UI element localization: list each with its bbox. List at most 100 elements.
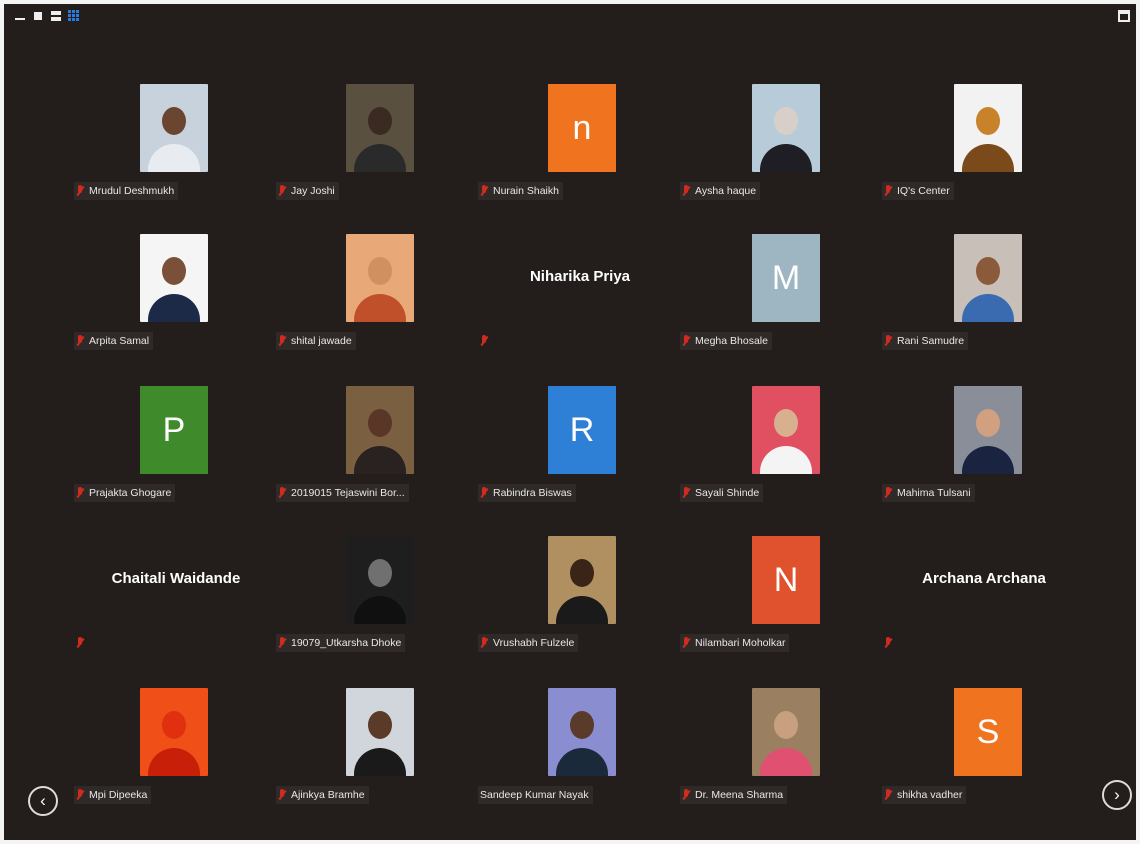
- muted-mic-icon: [480, 486, 489, 500]
- participant-name-tag: Sayali Shinde: [680, 484, 764, 502]
- participant-name: 2019015 Tejaswini Bor...: [291, 487, 405, 499]
- gallery-view-icon[interactable]: [68, 10, 80, 22]
- participant-name-tag: Aysha haque: [680, 182, 761, 200]
- participant-name: Arpita Samal: [89, 335, 150, 347]
- participant-name: Mrudul Deshmukh: [89, 185, 175, 197]
- participant-name-tag: Mpi Dipeeka: [74, 786, 152, 804]
- muted-mic-icon: [682, 184, 691, 198]
- participant-tile[interactable]: Dr. Meena Sharma: [680, 688, 884, 838]
- participant-tile[interactable]: Niharika Priya: [478, 234, 682, 384]
- participant-tile[interactable]: n Nurain Shaikh: [478, 84, 682, 234]
- avatar-photo: [140, 84, 208, 172]
- participant-display-name: Niharika Priya: [529, 268, 631, 285]
- participant-tile[interactable]: shital jawade: [276, 234, 480, 384]
- participant-name-tag: [882, 634, 897, 652]
- avatar-photo: [346, 536, 414, 624]
- participant-name: IQ's Center: [897, 185, 950, 197]
- participant-tile[interactable]: N Nilambari Moholkar: [680, 536, 884, 686]
- participant-tile[interactable]: Vrushabh Fulzele: [478, 536, 682, 686]
- participant-name-tag: Nilambari Moholkar: [680, 634, 790, 652]
- participant-tile[interactable]: Ajinkya Bramhe: [276, 688, 480, 838]
- participant-tile[interactable]: Sayali Shinde: [680, 386, 884, 536]
- participant-name: Mahima Tulsani: [897, 487, 971, 499]
- muted-mic-icon: [278, 788, 287, 802]
- participant-name-tag: shital jawade: [276, 332, 356, 350]
- participant-tile[interactable]: M Megha Bhosale: [680, 234, 884, 384]
- avatar-photo: [140, 234, 208, 322]
- avatar-letter: R: [569, 410, 595, 449]
- participant-name-tag: Ajinkya Bramhe: [276, 786, 369, 804]
- participant-tile[interactable]: Sshikha vadher: [882, 688, 1086, 838]
- muted-mic-icon: [278, 636, 287, 650]
- muted-mic-icon: [76, 184, 85, 198]
- participant-name: Rani Samudre: [897, 335, 965, 347]
- muted-mic-icon: [76, 636, 85, 650]
- avatar-photo: [140, 688, 208, 776]
- speaker-view-icon[interactable]: [32, 10, 44, 22]
- next-page-button[interactable]: ›: [1102, 780, 1132, 810]
- participant-tile[interactable]: Chaitali Waidande: [74, 536, 278, 686]
- avatar-photo: [548, 536, 616, 624]
- photo-figure-head: [368, 558, 392, 587]
- participant-tile[interactable]: Rani Samudre: [882, 234, 1086, 384]
- participant-display-name: Archana Archana: [922, 570, 1046, 587]
- photo-figure-head: [774, 408, 798, 437]
- muted-mic-icon: [480, 184, 489, 198]
- participant-tile[interactable]: 19079_Utkarsha Dhoke: [276, 536, 480, 686]
- photo-figure-head: [368, 408, 392, 437]
- participant-name-tag: Jay Joshi: [276, 182, 339, 200]
- avatar-photo: [548, 688, 616, 776]
- participant-tile[interactable]: Mahima Tulsani: [882, 386, 1086, 536]
- avatar-letter: N: [773, 560, 799, 599]
- previous-page-button[interactable]: ‹: [28, 786, 58, 816]
- participant-tile[interactable]: P Prajakta Ghogare: [74, 386, 278, 536]
- photo-figure-head: [774, 106, 798, 135]
- participant-name: Vrushabh Fulzele: [493, 637, 575, 649]
- minimize-icon[interactable]: [14, 10, 26, 22]
- participant-name: 19079_Utkarsha Dhoke: [291, 637, 402, 649]
- avatar-letter: S: [976, 712, 1000, 751]
- photo-figure-head: [162, 710, 186, 739]
- participant-tile[interactable]: R Rabindra Biswas: [478, 386, 682, 536]
- participant-name-tag: Megha Bhosale: [680, 332, 772, 350]
- participant-tile[interactable]: 2019015 Tejaswini Bor...: [276, 386, 480, 536]
- photo-figure-head: [976, 106, 1000, 135]
- participant-name-tag: Arpita Samal: [74, 332, 154, 350]
- participant-name-tag: Rabindra Biswas: [478, 484, 576, 502]
- photo-figure-head: [162, 256, 186, 285]
- muted-mic-icon: [884, 636, 893, 650]
- participant-tile[interactable]: Archana Archana: [882, 536, 1086, 686]
- participant-name-tag: Mrudul Deshmukh: [74, 182, 179, 200]
- participant-name-tag: 19079_Utkarsha Dhoke: [276, 634, 406, 652]
- muted-mic-icon: [76, 486, 85, 500]
- participant-tile[interactable]: Arpita Samal: [74, 234, 278, 384]
- photo-figure-head: [570, 558, 594, 587]
- participant-name: shital jawade: [291, 335, 352, 347]
- participant-name: Dr. Meena Sharma: [695, 789, 784, 801]
- exit-fullscreen-icon[interactable]: [1118, 10, 1130, 22]
- muted-mic-icon: [278, 184, 287, 198]
- muted-mic-icon: [682, 788, 691, 802]
- muted-mic-icon: [278, 334, 287, 348]
- participant-name: shikha vadher: [897, 789, 963, 801]
- participant-tile[interactable]: Aysha haque: [680, 84, 884, 234]
- participant-tile[interactable]: Mrudul Deshmukh: [74, 84, 278, 234]
- muted-mic-icon: [884, 334, 893, 348]
- participant-display-name: Chaitali Waidande: [111, 570, 241, 587]
- avatar-initial: n: [548, 84, 616, 172]
- participant-tile[interactable]: Mpi Dipeeka: [74, 688, 278, 838]
- participant-tile[interactable]: Jay Joshi: [276, 84, 480, 234]
- muted-mic-icon: [884, 184, 893, 198]
- split-view-icon[interactable]: [50, 10, 62, 22]
- participant-name: Ajinkya Bramhe: [291, 789, 365, 801]
- participant-name: Sayali Shinde: [695, 487, 760, 499]
- participant-name-tag: [74, 634, 89, 652]
- participant-name: Rabindra Biswas: [493, 487, 572, 499]
- participant-tile[interactable]: Sandeep Kumar Nayak: [478, 688, 682, 838]
- muted-mic-icon: [480, 334, 489, 348]
- participant-name-tag: [478, 332, 493, 350]
- participant-name-tag: IQ's Center: [882, 182, 954, 200]
- avatar-photo: [752, 688, 820, 776]
- participant-tile[interactable]: IQ's Center: [882, 84, 1086, 234]
- muted-mic-icon: [76, 788, 85, 802]
